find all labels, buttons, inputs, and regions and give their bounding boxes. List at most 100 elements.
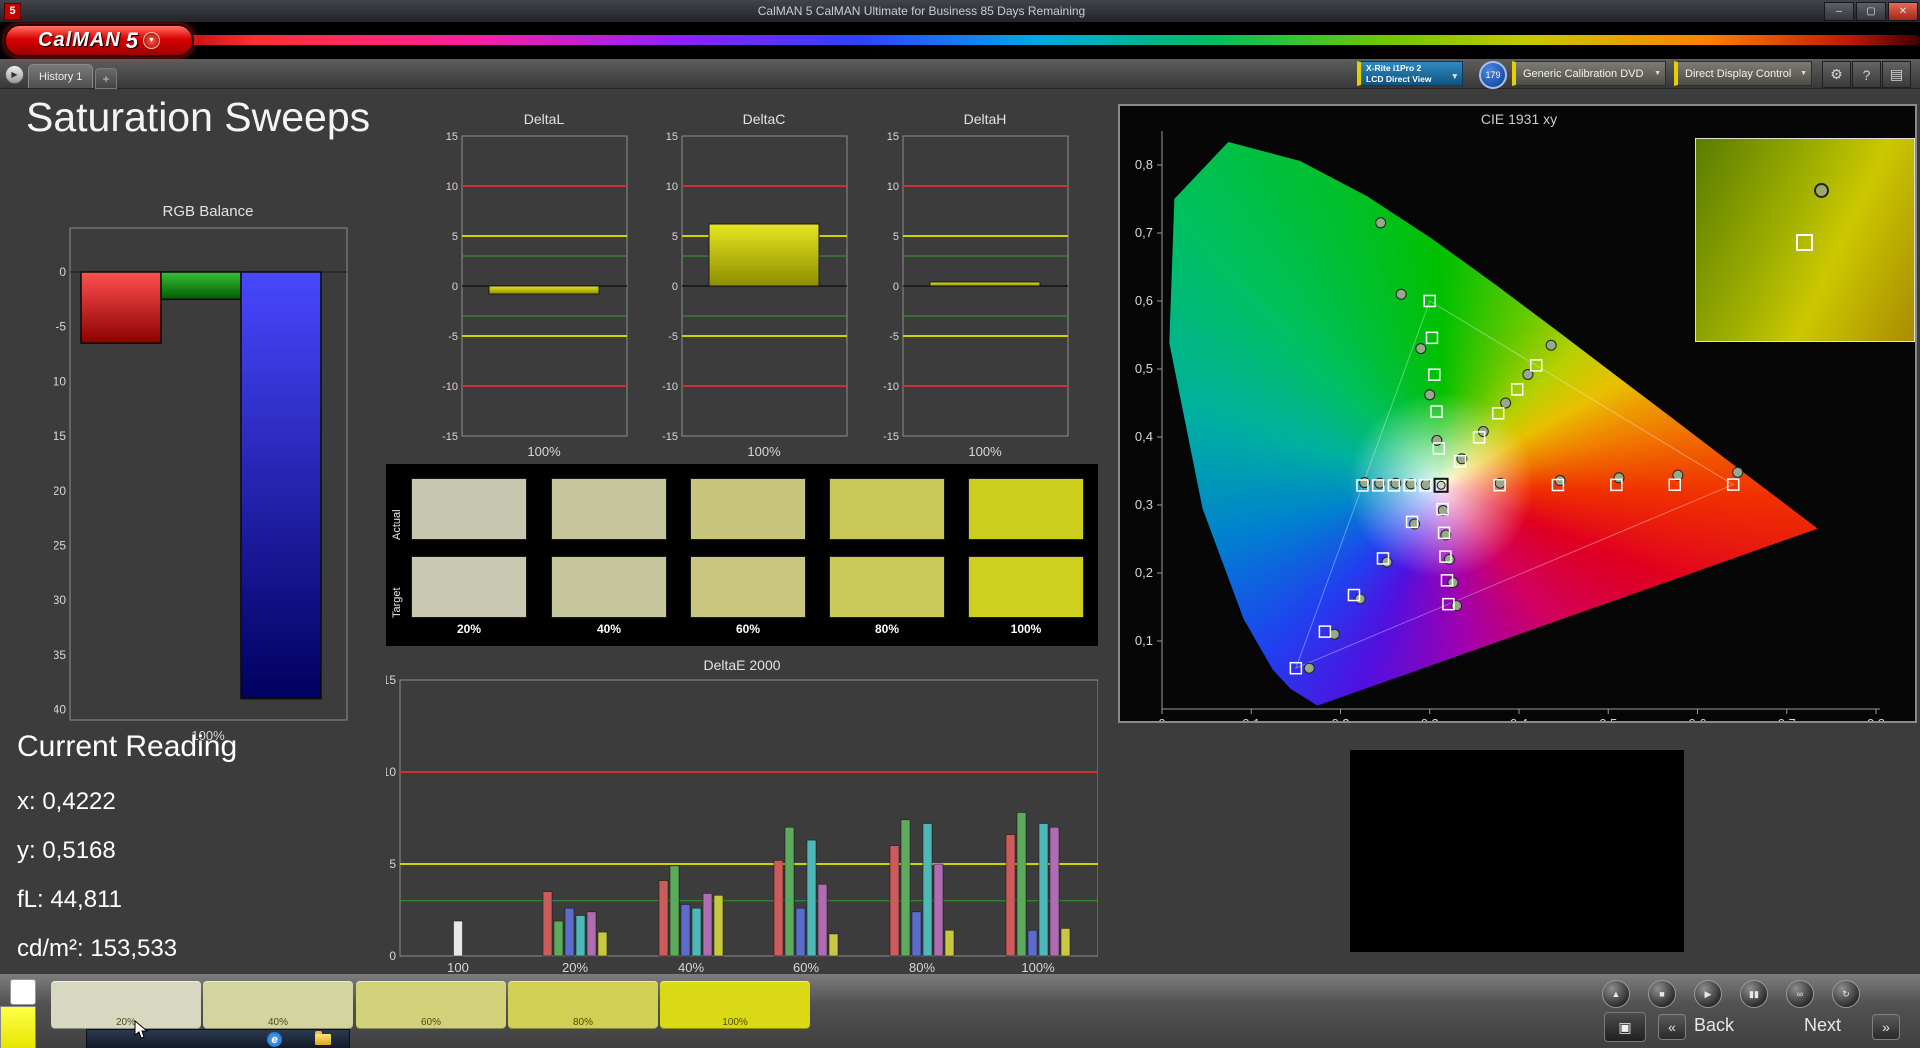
target-swatch-60% — [690, 556, 806, 618]
logo-row: CalMAN 5 ▼ — [0, 22, 1920, 59]
cie-1931-chart: CIE 1931 xy 0 0,1 0,2 0,3 0,4 0,5 0,6 0,7 0,8 0,1 0… — [1118, 104, 1917, 723]
next-chevron-button[interactable]: » — [1872, 1014, 1900, 1040]
stop-button[interactable]: ■ — [1648, 980, 1676, 1008]
frame-icon: ▣ — [1618, 1018, 1632, 1035]
pattern-step-100%[interactable]: 100% — [660, 981, 810, 1029]
row-label-target: Target — [391, 587, 403, 618]
svg-text:-5: -5 — [448, 331, 458, 343]
play-button[interactable]: ▶ — [1694, 980, 1722, 1008]
reading-count-badge: 179 — [1479, 61, 1507, 89]
mouse-cursor — [134, 1020, 149, 1039]
target-swatch-80% — [829, 556, 945, 618]
source-dropdown[interactable]: Generic Calibration DVD ▼ — [1512, 61, 1666, 86]
back-button[interactable]: Back — [1694, 1015, 1734, 1036]
svg-text:-10: -10 — [883, 381, 899, 393]
svg-text:20%: 20% — [562, 960, 588, 975]
svg-text:10: 10 — [386, 765, 396, 779]
svg-text:DeltaH: DeltaH — [964, 111, 1007, 127]
svg-text:DeltaE 2000: DeltaE 2000 — [703, 658, 780, 673]
display-label: Direct Display Control — [1685, 67, 1792, 80]
loop-button[interactable]: ∞ — [1786, 980, 1814, 1008]
svg-text:-15: -15 — [662, 431, 678, 443]
svg-text:-15: -15 — [54, 429, 66, 443]
svg-text:10: 10 — [666, 181, 678, 193]
svg-text:60%: 60% — [793, 960, 819, 975]
svg-text:0,1: 0,1 — [1135, 633, 1153, 648]
back-chevron-button[interactable]: « — [1658, 1014, 1686, 1040]
calman-logo[interactable]: CalMAN 5 ▼ — [4, 24, 194, 57]
eject-button[interactable]: ▲ — [1602, 980, 1630, 1008]
svg-text:100: 100 — [447, 960, 469, 975]
svg-text:5: 5 — [389, 857, 396, 871]
svg-text:-25: -25 — [54, 539, 66, 553]
pause-button[interactable]: ▮▮ — [1740, 980, 1768, 1008]
pattern-step-20%[interactable]: 20% — [51, 981, 201, 1029]
meter-dropdown[interactable]: X-Rite i1Pro 2 LCD Direct View ▼ — [1357, 61, 1463, 86]
svg-text:0,6: 0,6 — [1135, 293, 1153, 308]
delta-c-chart: DeltaC 15 10 5 0 -5 -10 -15 100% — [642, 110, 852, 462]
swatch-column-label: 20% — [456, 622, 482, 636]
svg-text:-15: -15 — [883, 431, 899, 443]
meter-line2: LCD Direct View — [1366, 73, 1432, 84]
page-title: Saturation Sweeps — [26, 94, 371, 140]
swatch-column-label: 100% — [1010, 622, 1042, 636]
rgb-balance-svg: RGB Balance0-5-10-15-20-25-30-35-40100% — [49, 203, 348, 743]
svg-text:0,3: 0,3 — [1135, 497, 1153, 512]
reading-x: x: 0,4222 — [17, 788, 116, 815]
display-control-dropdown[interactable]: Direct Display Control ▼ — [1674, 61, 1812, 86]
svg-text:0,5: 0,5 — [1135, 361, 1153, 376]
layout-button[interactable]: ▤ — [1882, 61, 1911, 88]
refresh-button[interactable]: ↻ — [1832, 980, 1860, 1008]
svg-text:0,8: 0,8 — [1867, 716, 1885, 721]
window-pattern-button[interactable]: ▣ — [1604, 1012, 1646, 1042]
minimize-button[interactable]: – — [1824, 1, 1854, 21]
delta-l-chart: DeltaL 15 10 5 0 -5 -10 -15 100% — [422, 110, 632, 462]
white-pattern-swatch[interactable] — [10, 979, 36, 1005]
pattern-step-60%[interactable]: 60% — [356, 981, 506, 1029]
cie-zoom-inset — [1695, 138, 1915, 342]
settings-button[interactable]: ⚙ — [1822, 61, 1851, 88]
gear-icon: ⚙ — [1830, 66, 1843, 82]
svg-text:0: 0 — [59, 265, 66, 279]
rgb-balance-chart: RGB Balance0-5-10-15-20-25-30-35-40100% — [49, 200, 354, 748]
svg-text:15: 15 — [386, 673, 396, 687]
svg-text:5: 5 — [452, 231, 458, 243]
next-button[interactable]: Next — [1804, 1015, 1841, 1036]
folder-icon[interactable] — [315, 1031, 331, 1045]
source-label: Generic Calibration DVD — [1523, 67, 1644, 80]
svg-text:0: 0 — [672, 281, 678, 293]
current-reading-title: Current Reading — [17, 730, 238, 763]
browser-icon[interactable]: e — [267, 1032, 282, 1047]
svg-text:15: 15 — [887, 131, 899, 143]
svg-text:0,7: 0,7 — [1135, 225, 1153, 240]
help-button[interactable]: ? — [1852, 61, 1881, 88]
active-pattern-swatch[interactable] — [0, 1006, 36, 1048]
delta_l-svg: DeltaL 15 10 5 0 -5 -10 -15 100% — [442, 111, 628, 459]
close-button[interactable]: ✕ — [1888, 1, 1918, 21]
rainbow-strip — [150, 35, 1920, 45]
add-tab-button[interactable]: + — [95, 68, 117, 89]
svg-text:0,2: 0,2 — [1331, 716, 1349, 721]
svg-text:-35: -35 — [54, 648, 66, 662]
svg-text:15: 15 — [666, 131, 678, 143]
tab-scroll-button[interactable]: ▶ — [5, 65, 24, 84]
svg-text:0,7: 0,7 — [1778, 716, 1796, 721]
pattern-step-40%[interactable]: 40% — [203, 981, 353, 1029]
logo-number: 5 — [125, 27, 138, 53]
tab-history-1[interactable]: History 1 — [28, 64, 94, 88]
svg-text:0,8: 0,8 — [1135, 157, 1153, 172]
actual-swatch-20% — [411, 478, 527, 540]
svg-text:10: 10 — [446, 181, 458, 193]
pattern-step-label: 60% — [420, 1017, 441, 1028]
target-swatch-40% — [551, 556, 667, 618]
maximize-button[interactable]: ▢ — [1856, 1, 1886, 21]
target-point-marker — [1796, 234, 1813, 251]
pattern-step-80%[interactable]: 80% — [508, 981, 658, 1029]
video-preview — [1350, 750, 1684, 952]
calman-window: 5 CalMAN 5 CalMAN Ultimate for Business … — [0, 0, 1920, 1048]
svg-text:-5: -5 — [55, 320, 66, 334]
svg-text:80%: 80% — [909, 960, 935, 975]
logo-dropdown-icon[interactable]: ▼ — [142, 32, 160, 49]
svg-text:0: 0 — [1158, 716, 1165, 721]
actual-target-swatch-table: Actual Target 20% 40% 60% 80% 100% — [386, 464, 1098, 646]
